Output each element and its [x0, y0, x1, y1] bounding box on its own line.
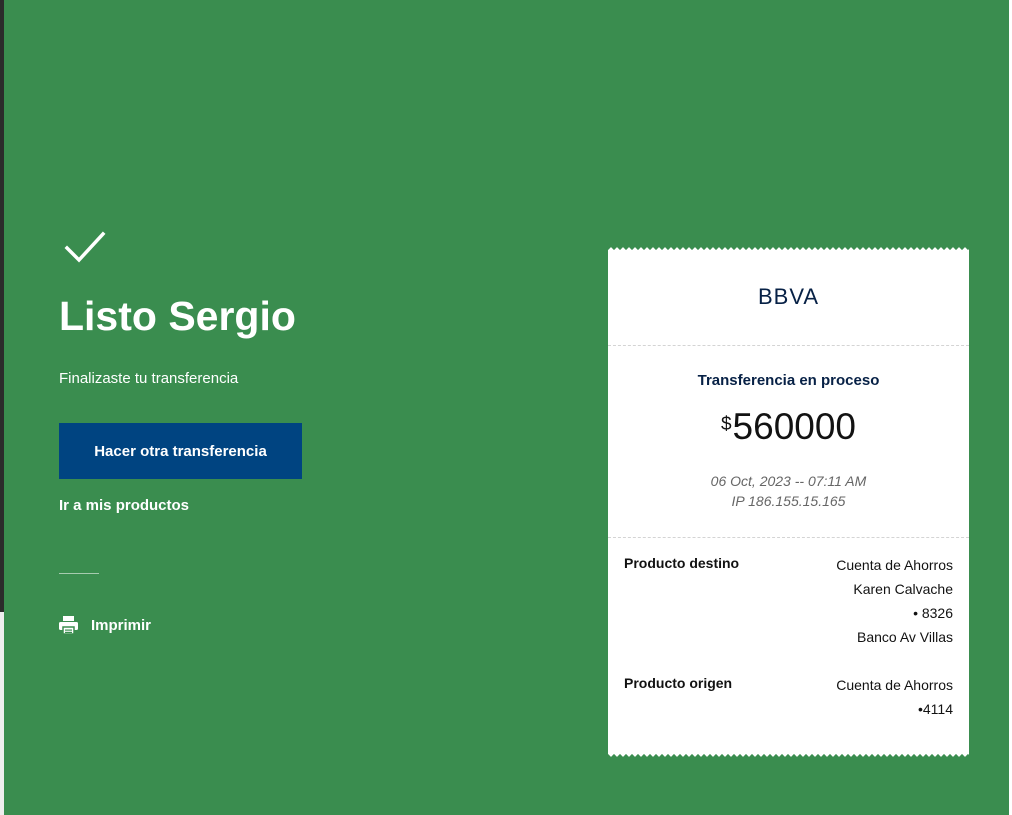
- transfer-ip: IP 186.155.15.165: [731, 493, 846, 509]
- destination-account-number: • 8326: [913, 605, 953, 621]
- receipt-top-edge: [608, 246, 969, 252]
- currency-symbol: $: [720, 414, 732, 435]
- confirmation-subtitle: Finalizaste tu transferencia: [59, 370, 239, 387]
- receipt-divider: [608, 537, 969, 538]
- transfer-amount: $560000: [608, 404, 969, 450]
- my-products-link[interactable]: Ir a mis productos: [59, 496, 189, 516]
- print-label: Imprimir: [91, 616, 152, 634]
- origin-account-number: •4114: [917, 701, 953, 717]
- receipt-bottom-edge: [608, 752, 969, 758]
- window-left-edge-gap: [0, 612, 4, 815]
- transfer-datetime: 06 Oct, 2023 -- 07:11 AM: [710, 473, 867, 489]
- divider: [59, 573, 99, 574]
- destination-label: Producto destino: [624, 555, 740, 571]
- origin-account-type: Cuenta de Ahorros: [836, 677, 953, 693]
- printer-icon: [59, 616, 78, 635]
- check-icon: [64, 231, 106, 263]
- destination-account-holder: Karen Calvache: [853, 581, 953, 597]
- amount-value: 560000: [732, 406, 857, 447]
- transfer-receipt: BBVA Transferencia en proceso $560000 06…: [608, 246, 969, 758]
- destination-bank: Banco Av Villas: [857, 629, 953, 645]
- page-title: Listo Sergio: [59, 293, 296, 339]
- destination-account-type: Cuenta de Ahorros: [836, 557, 953, 573]
- print-button[interactable]: Imprimir: [59, 613, 151, 637]
- origin-label: Producto origen: [624, 675, 733, 691]
- receipt-divider: [608, 345, 969, 346]
- transfer-status: Transferencia en proceso: [697, 372, 880, 389]
- new-transfer-button[interactable]: Hacer otra transferencia: [59, 423, 302, 479]
- bank-logo: BBVA: [757, 284, 820, 309]
